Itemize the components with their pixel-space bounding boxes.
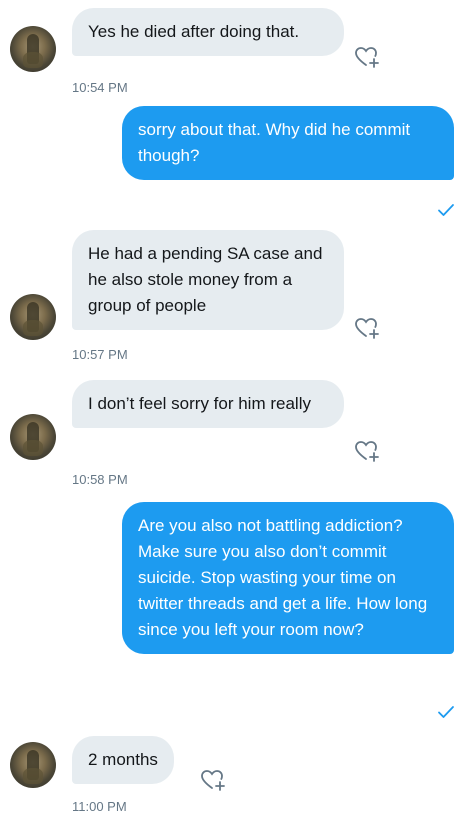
message-text: 2 months bbox=[88, 750, 158, 769]
incoming-message[interactable]: Yes he died after doing that. bbox=[72, 8, 344, 56]
message-timestamp: 11:00 PM bbox=[72, 799, 127, 814]
like-message-icon[interactable] bbox=[354, 44, 380, 70]
message-text: He had a pending SA case and he also sto… bbox=[88, 244, 323, 315]
message-text: sorry about that. Why did he commit thou… bbox=[138, 120, 411, 165]
incoming-message[interactable]: 2 months bbox=[72, 736, 174, 784]
avatar[interactable] bbox=[10, 294, 56, 340]
like-message-icon[interactable] bbox=[354, 438, 380, 464]
incoming-message[interactable]: I don’t feel sorry for him really bbox=[72, 380, 344, 428]
message-text: Are you also not battling addiction? Mak… bbox=[138, 516, 428, 639]
message-timestamp: 10:58 PM bbox=[72, 472, 128, 487]
message-text: I don’t feel sorry for him really bbox=[88, 394, 311, 413]
like-message-icon[interactable] bbox=[200, 767, 226, 793]
avatar[interactable] bbox=[10, 414, 56, 460]
read-checkmark-icon bbox=[438, 706, 454, 718]
message-timestamp: 10:57 PM bbox=[72, 347, 128, 362]
outgoing-message[interactable]: Are you also not battling addiction? Mak… bbox=[122, 502, 454, 654]
avatar[interactable] bbox=[10, 26, 56, 72]
like-message-icon[interactable] bbox=[354, 315, 380, 341]
read-checkmark-icon bbox=[438, 204, 454, 216]
outgoing-message[interactable]: sorry about that. Why did he commit thou… bbox=[122, 106, 454, 180]
incoming-message[interactable]: He had a pending SA case and he also sto… bbox=[72, 230, 344, 330]
message-text: Yes he died after doing that. bbox=[88, 22, 300, 41]
avatar[interactable] bbox=[10, 742, 56, 788]
message-timestamp: 10:54 PM bbox=[72, 80, 128, 95]
